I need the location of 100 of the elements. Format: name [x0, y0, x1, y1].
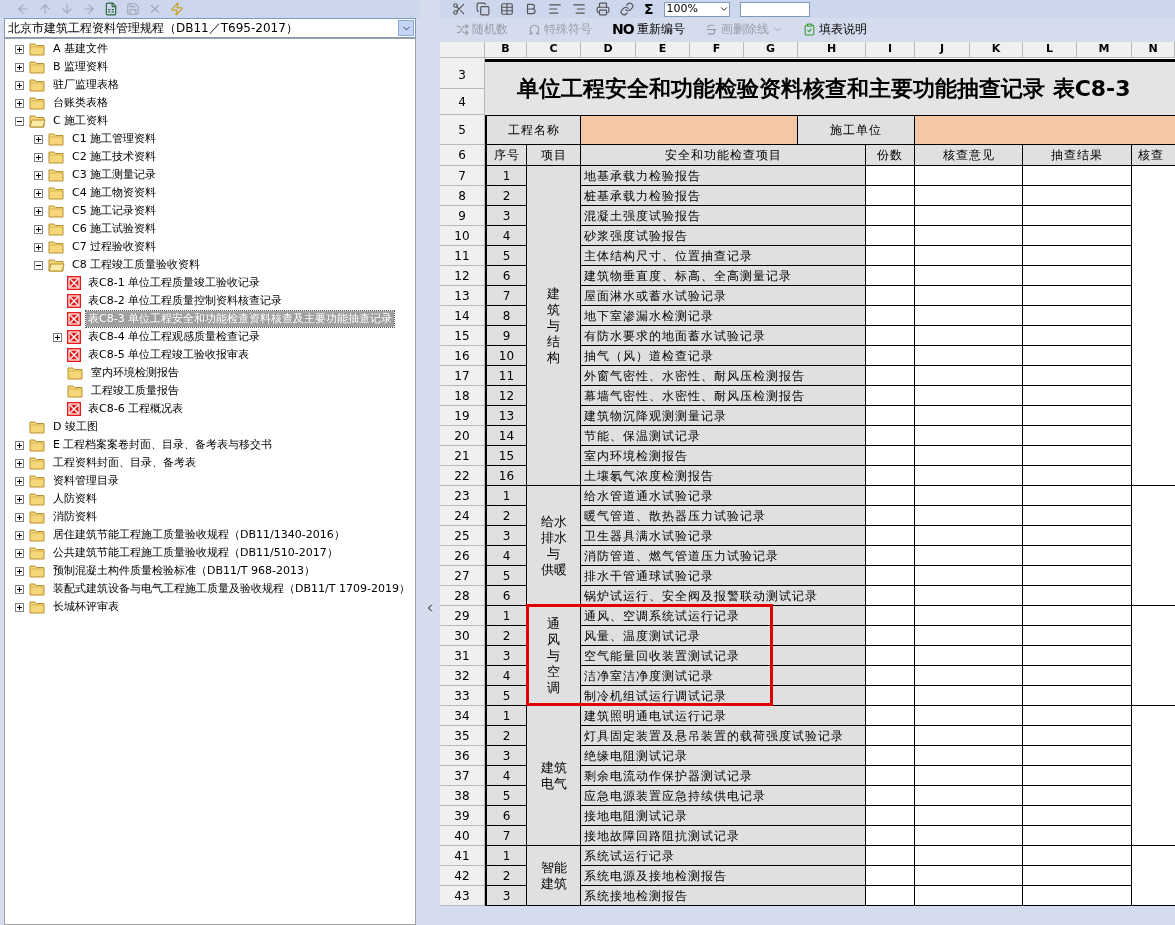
- copy-icon[interactable]: [476, 2, 490, 16]
- tree-item[interactable]: C 施工资料: [51, 113, 111, 129]
- tree-item[interactable]: A 基建文件: [51, 41, 111, 57]
- tree-item[interactable]: D 竣工图: [51, 419, 100, 435]
- tree-item[interactable]: 预制混凝土构件质量检验标准（DB11/T 968-2013）: [51, 563, 317, 579]
- row-number: 20: [440, 426, 485, 446]
- table-cell: 接地电阻测试记录: [581, 806, 866, 826]
- expand-icon[interactable]: [34, 188, 43, 198]
- expand-icon[interactable]: [34, 170, 43, 180]
- folder-icon: [48, 240, 65, 254]
- row-number: 21: [440, 446, 485, 466]
- tree-item[interactable]: 表C8-5 单位工程竣工验收报审表: [86, 347, 252, 363]
- project-name-field[interactable]: [581, 115, 798, 145]
- expand-icon[interactable]: [15, 440, 24, 450]
- tree-item[interactable]: 资料管理目录: [51, 473, 121, 489]
- scissors-icon[interactable]: [452, 2, 466, 16]
- sum-button[interactable]: Σ: [644, 0, 654, 18]
- tree-item[interactable]: 公共建筑节能工程施工质量验收规程（DB11/510-2017）: [51, 545, 340, 561]
- align-right-icon[interactable]: [572, 2, 586, 16]
- row-number: 11: [440, 246, 485, 266]
- tree-item[interactable]: C4 施工物资资料: [70, 185, 159, 201]
- expand-icon[interactable]: [34, 242, 43, 252]
- row-number: 22: [440, 466, 485, 486]
- tree-item[interactable]: 工程竣工质量报告: [89, 383, 181, 399]
- table-cell: 卫生器具满水试验记录: [581, 526, 866, 546]
- spreadsheet-icon[interactable]: [104, 2, 118, 16]
- align-left-icon[interactable]: [548, 2, 562, 16]
- folder-icon: [29, 96, 46, 110]
- row-number: 42: [440, 866, 485, 886]
- folder-icon: [48, 132, 65, 146]
- expand-icon[interactable]: [15, 62, 24, 72]
- zoom-select[interactable]: 100%: [663, 1, 730, 17]
- tree-item[interactable]: E 工程档案案卷封面、目录、备考表与移交书: [51, 437, 275, 453]
- link-icon[interactable]: [620, 2, 634, 16]
- expand-icon[interactable]: [53, 332, 62, 342]
- printer-icon[interactable]: [596, 2, 610, 16]
- row-number: 35: [440, 726, 485, 746]
- expand-icon[interactable]: [15, 602, 24, 612]
- table-cell: [866, 886, 915, 906]
- expand-icon[interactable]: [34, 152, 43, 162]
- row-number: 28: [440, 586, 485, 606]
- tree-item[interactable]: 表C8-1 单位工程质量竣工验收记录: [86, 275, 263, 291]
- category-label: 建 筑 与 结 构: [547, 285, 560, 366]
- table-cell: [866, 186, 915, 206]
- strikethrough-icon: [704, 22, 718, 36]
- bold-icon[interactable]: [524, 2, 538, 16]
- tree-item[interactable]: 台账类表格: [51, 95, 110, 111]
- expand-icon[interactable]: [15, 530, 24, 540]
- tree-item[interactable]: 长城杯评审表: [51, 599, 121, 615]
- contractor-field[interactable]: [915, 115, 1175, 145]
- tree-item[interactable]: 室内环境检测报告: [89, 365, 181, 381]
- table-cell: 屋面淋水或蓄水试验记录: [581, 286, 866, 306]
- expand-icon[interactable]: [15, 584, 24, 594]
- expand-icon[interactable]: [15, 512, 24, 522]
- collapse-icon[interactable]: [15, 116, 24, 126]
- table-cell: [866, 646, 915, 666]
- table-icon[interactable]: [500, 2, 514, 16]
- table-cell: 锅炉试运行、安全阀及报警联动测试记录: [581, 586, 866, 606]
- tree-item[interactable]: C8 工程竣工质量验收资料: [70, 257, 203, 273]
- table-cell: 2: [485, 626, 527, 646]
- tree-item[interactable]: C1 施工管理资料: [70, 131, 159, 147]
- style-select[interactable]: [739, 1, 810, 17]
- tree-item[interactable]: 表C8-6 工程概况表: [86, 401, 186, 417]
- tree-item[interactable]: C5 施工记录资料: [70, 203, 159, 219]
- row-number: 8: [440, 186, 485, 206]
- expand-icon[interactable]: [34, 206, 43, 216]
- expand-icon[interactable]: [15, 494, 24, 504]
- tree-item[interactable]: 表C8-2 单位工程质量控制资料核查记录: [86, 293, 285, 309]
- toolbar-button[interactable]: NO 重新编号: [606, 20, 691, 38]
- collapse-icon[interactable]: [34, 260, 43, 270]
- tree-item[interactable]: C3 施工测量记录: [70, 167, 159, 183]
- expand-icon[interactable]: [15, 566, 24, 576]
- expand-icon[interactable]: [34, 224, 43, 234]
- table-cell: [866, 786, 915, 806]
- tree-item[interactable]: B 监理资料: [51, 59, 111, 75]
- tree-item[interactable]: 装配式建筑设备与电气工程施工质量及验收规程（DB11/T 1709-2019）: [51, 581, 412, 597]
- expand-icon[interactable]: [15, 476, 24, 486]
- expand-icon[interactable]: [15, 98, 24, 108]
- expand-icon[interactable]: [34, 134, 43, 144]
- tree-item[interactable]: 表C8-4 单位工程观感质量检查记录: [86, 329, 263, 345]
- table-cell: [866, 566, 915, 586]
- table-cell: [866, 246, 915, 266]
- expand-icon[interactable]: [15, 458, 24, 468]
- tree-item[interactable]: C6 施工试验资料: [70, 221, 159, 237]
- expand-icon[interactable]: [15, 80, 24, 90]
- tree-item[interactable]: C2 施工技术资料: [70, 149, 159, 165]
- tree-item[interactable]: C7 过程验收资料: [70, 239, 159, 255]
- standard-select[interactable]: 北京市建筑工程资料管理规程（DB11／T695-2017）: [4, 18, 416, 38]
- expand-icon[interactable]: [15, 548, 24, 558]
- table-cell: 暖气管道、散热器压力试验记录: [581, 506, 866, 526]
- tree-item[interactable]: 人防资料: [51, 491, 99, 507]
- expand-icon[interactable]: [15, 44, 24, 54]
- tree-item[interactable]: 驻厂监理表格: [51, 77, 121, 93]
- tree-item[interactable]: 工程资料封面、目录、备考表: [51, 455, 198, 471]
- folder-icon: [29, 78, 46, 92]
- toolbar-button[interactable]: 填表说明: [796, 20, 873, 38]
- tree-item[interactable]: 居住建筑节能工程施工质量验收规程（DB11/1340-2016）: [51, 527, 347, 543]
- tree-item[interactable]: 消防资料: [51, 509, 99, 525]
- row-number: 4: [440, 89, 485, 115]
- row-number: 34: [440, 706, 485, 726]
